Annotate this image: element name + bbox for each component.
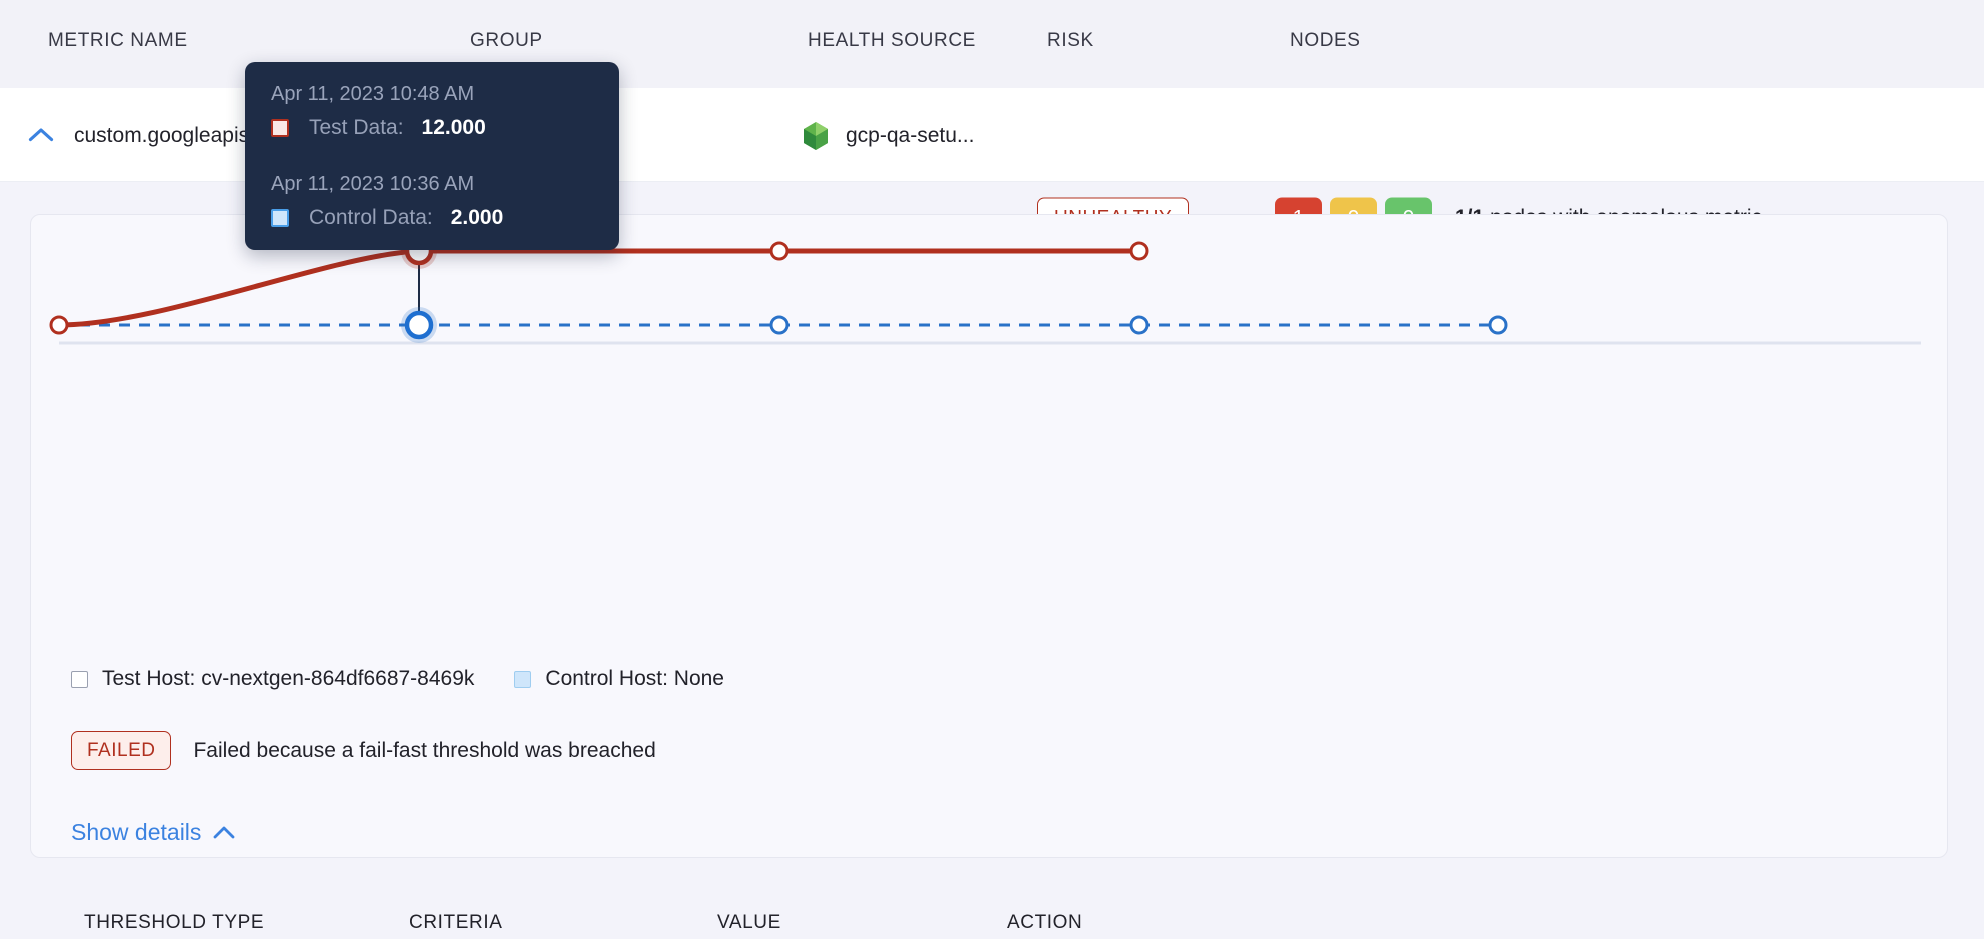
test-data-swatch-icon (271, 119, 289, 137)
column-header-health-source: HEALTH SOURCE (808, 30, 976, 51)
verification-status-row: FAILED Failed because a fail-fast thresh… (71, 731, 656, 770)
tooltip-key-control-data: Control Data: (309, 206, 433, 229)
threshold-column-value: VALUE (717, 912, 781, 933)
column-header-risk: RISK (1047, 30, 1094, 51)
tooltip-value-control-data: 2.000 (450, 206, 504, 229)
tooltip-value-test-data: 12.000 (421, 116, 486, 139)
control-data-swatch-icon (271, 209, 289, 227)
status-badge-failed: FAILED (71, 731, 172, 770)
data-point-control-3 (1129, 315, 1149, 335)
chevron-up-icon (214, 826, 235, 839)
health-source-label: gcp-qa-setu... (846, 124, 975, 147)
data-point-test-3 (1129, 241, 1149, 261)
data-point-control-4 (1488, 315, 1508, 335)
show-details-label: Show details (71, 819, 202, 845)
health-source-cell: gcp-qa-setu... (800, 120, 974, 152)
threshold-table-header: THRESHOLD TYPE CRITERIA VALUE ACTION (84, 912, 1944, 939)
metric-name-label: custom.googleapis.c (74, 124, 266, 147)
data-point-test-0 (49, 315, 69, 335)
series-test-data-line (58, 248, 1139, 328)
tooltip-timestamp-test: Apr 11, 2023 10:48 AM (271, 83, 475, 105)
data-point-control-2 (769, 315, 789, 335)
data-point-control-1 (404, 310, 434, 340)
legend-label-control-host: Control Host: None (545, 667, 724, 690)
tooltip-divider (271, 160, 593, 174)
verification-message: Failed because a fail-fast threshold was… (193, 738, 656, 762)
test-host-swatch-icon (71, 670, 88, 688)
control-host-swatch-icon (514, 670, 532, 688)
chevron-up-icon[interactable] (28, 126, 54, 144)
column-header-group: GROUP (470, 30, 543, 51)
tooltip-row-test-data: Test Data: 12.000 (271, 116, 593, 140)
metric-detail-panel: Test Host: cv-nextgen-864df6687-8469k Co… (30, 214, 1948, 933)
chart-tooltip: Apr 11, 2023 10:48 AM Test Data: 12.000 … (245, 62, 619, 250)
threshold-column-action: ACTION (1007, 912, 1083, 933)
metric-detail-page: METRIC NAME GROUP HEALTH SOURCE RISK NOD… (0, 0, 1984, 939)
tooltip-row-control-data: Control Data: 2.000 (271, 206, 593, 230)
legend-item-test-host[interactable]: Test Host: cv-nextgen-864df6687-8469k (71, 667, 474, 691)
chart-legend: Test Host: cv-nextgen-864df6687-8469k Co… (71, 667, 724, 691)
legend-item-control-host[interactable]: Control Host: None (514, 667, 724, 691)
threshold-column-type: THRESHOLD TYPE (84, 912, 265, 933)
column-header-metric-name: METRIC NAME (48, 30, 188, 51)
tooltip-timestamp-control: Apr 11, 2023 10:36 AM (271, 173, 475, 195)
threshold-column-criteria: CRITERIA (409, 912, 503, 933)
legend-label-test-host: Test Host: cv-nextgen-864df6687-8469k (102, 667, 475, 690)
data-point-test-2 (769, 241, 789, 261)
show-details-toggle[interactable]: Show details (71, 819, 235, 846)
tooltip-key-test-data: Test Data: (309, 116, 404, 139)
column-header-nodes: NODES (1290, 30, 1361, 51)
gcp-icon (804, 122, 828, 150)
